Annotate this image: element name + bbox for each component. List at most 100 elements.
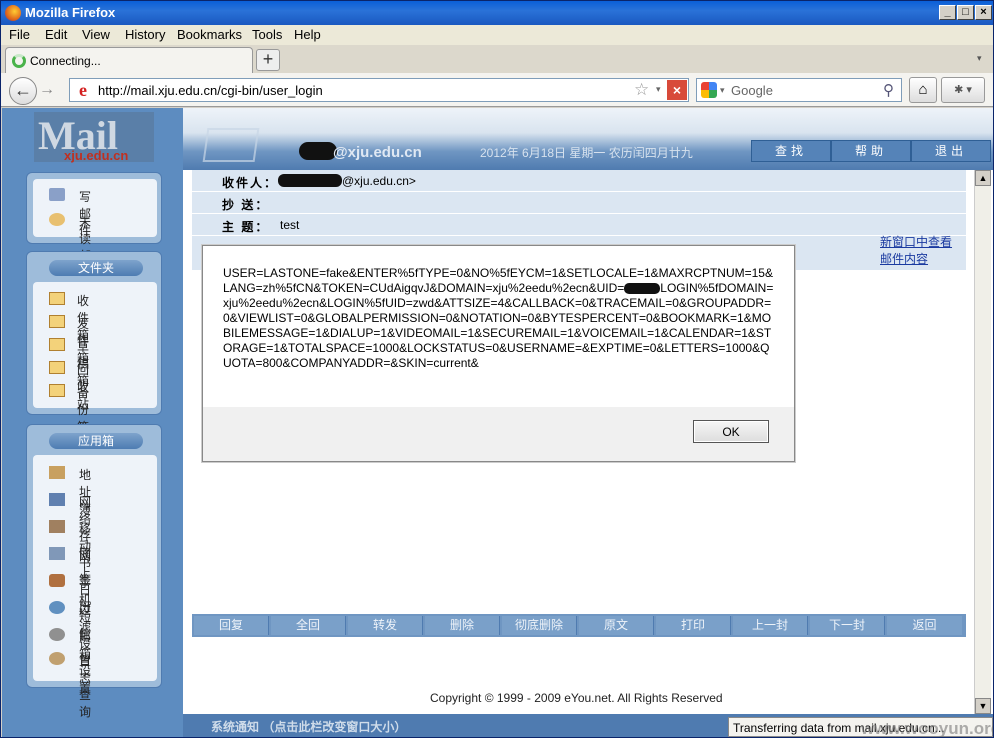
tab-bar: Connecting... + ▾ bbox=[1, 45, 993, 73]
logout-button[interactable]: 退出 bbox=[911, 140, 991, 162]
delete-button[interactable]: 删除 bbox=[425, 616, 500, 635]
ok-button[interactable]: OK bbox=[693, 420, 769, 443]
apps-title: 应用箱 bbox=[49, 433, 143, 449]
subject-row: 主 题： test bbox=[192, 214, 966, 236]
copyright-text: Copyright © 1999 - 2009 eYou.net. All Ri… bbox=[430, 691, 723, 705]
help-button[interactable]: 帮助 bbox=[831, 140, 911, 162]
new-tab-button[interactable]: + bbox=[256, 49, 280, 71]
menu-history[interactable]: History bbox=[125, 27, 165, 42]
tab-label: Connecting... bbox=[30, 54, 101, 68]
envelope-icon bbox=[49, 315, 65, 328]
google-engine-icon[interactable] bbox=[701, 82, 717, 98]
menu-view[interactable]: View bbox=[82, 27, 110, 42]
left-sidebar: Mail xju.edu.cn 写 邮 件 未读邮件 文件夹 收件箱 发件箱 草… bbox=[2, 108, 183, 737]
watermark: www.wooyun.org bbox=[861, 719, 994, 738]
title-bar: Mozilla Firefox _ □ × bbox=[1, 1, 993, 25]
minimize-button[interactable]: _ bbox=[939, 5, 956, 20]
redacted-uid bbox=[624, 283, 661, 295]
envelope-logo-icon bbox=[202, 128, 260, 162]
subject-label: 主 题： bbox=[222, 220, 270, 234]
account-address: @xju.edu.cn bbox=[333, 144, 422, 161]
scroll-up-icon[interactable]: ▲ bbox=[975, 170, 991, 186]
forward-button[interactable]: → bbox=[39, 81, 55, 99]
redacted-username bbox=[299, 142, 337, 160]
alert-dialog: USER=LASTONE=fake&ENTER%5fTYPE=0&NO%5fEY… bbox=[202, 245, 795, 462]
logo-domain: xju.edu.cn bbox=[64, 148, 129, 163]
view-source-button[interactable]: 原文 bbox=[579, 616, 654, 635]
delete-permanently-button[interactable]: 彻底删除 bbox=[502, 616, 577, 635]
to-label: 收件人： bbox=[222, 176, 279, 190]
calendar-icon bbox=[49, 547, 65, 560]
url-text[interactable]: http://mail.xju.edu.cn/cgi-bin/user_logi… bbox=[98, 83, 323, 98]
current-date: 2012年 6月18日 星期一 农历闰四月廿九 bbox=[480, 146, 693, 160]
mail-action-bar: 回复 全回 转发 删除 彻底删除 原文 打印 上一封 下一封 返回 bbox=[192, 614, 966, 637]
window-title: Mozilla Firefox bbox=[25, 5, 116, 20]
browser-window: Mozilla Firefox _ □ × File Edit View His… bbox=[0, 0, 994, 738]
addon-button[interactable]: ✱ ▾ bbox=[941, 77, 985, 103]
tab-list-icon[interactable]: ▾ bbox=[977, 53, 982, 64]
engine-dropdown-icon[interactable]: ▾ bbox=[720, 85, 725, 96]
forward-mail-button[interactable]: 转发 bbox=[348, 616, 423, 635]
disk-icon bbox=[49, 493, 65, 506]
menu-bookmarks[interactable]: Bookmarks bbox=[177, 27, 242, 42]
back-button[interactable]: ← bbox=[9, 77, 37, 105]
pencil-icon bbox=[49, 188, 65, 201]
system-notice-text[interactable]: 系统通知 （点击此栏改变窗口大小） bbox=[211, 718, 406, 735]
back-to-list-button[interactable]: 返回 bbox=[887, 616, 962, 635]
envelope-icon bbox=[49, 292, 65, 305]
print-button[interactable]: 打印 bbox=[656, 616, 731, 635]
to-row: 收件人： @xju.edu.cn> bbox=[192, 170, 966, 192]
home-button[interactable]: ⌂ bbox=[909, 77, 937, 103]
close-button[interactable]: × bbox=[975, 5, 992, 20]
redacted-recipient bbox=[278, 174, 342, 187]
maximize-button[interactable]: □ bbox=[957, 5, 974, 20]
apps-panel: 应用箱 地 址 簿 网络存储 移动书签 网上日历 手机短信 过滤设置 邮箱设置 … bbox=[26, 424, 162, 719]
top-band: @xju.edu.cn 2012年 6月18日 星期一 农历闰四月廿九 查找 帮… bbox=[183, 108, 993, 170]
stop-button[interactable]: × bbox=[667, 80, 687, 100]
bookmark-icon bbox=[49, 520, 65, 533]
site-favicon-icon: e bbox=[79, 80, 87, 100]
cc-row: 抄 送： bbox=[192, 192, 966, 214]
magnifier-icon bbox=[49, 652, 65, 665]
next-mail-button[interactable]: 下一封 bbox=[810, 616, 885, 635]
gear-icon bbox=[49, 628, 65, 641]
menu-bar: File Edit View History Bookmarks Tools H… bbox=[1, 25, 993, 45]
mail-action-panel: 写 邮 件 未读邮件 bbox=[26, 172, 162, 280]
loading-spinner-icon bbox=[12, 54, 26, 68]
unread-mail-icon bbox=[49, 213, 65, 226]
navigation-toolbar: ← → e http://mail.xju.edu.cn/cgi-bin/use… bbox=[1, 73, 993, 107]
to-value: @xju.edu.cn> bbox=[342, 174, 416, 188]
reply-button[interactable]: 回复 bbox=[194, 616, 269, 635]
cc-label: 抄 送： bbox=[222, 198, 270, 212]
reply-all-button[interactable]: 全回 bbox=[271, 616, 346, 635]
apps-panel-inner bbox=[33, 455, 157, 681]
envelope-icon bbox=[49, 338, 65, 351]
mail-logo: Mail xju.edu.cn bbox=[34, 112, 154, 163]
search-icon[interactable]: ⚲ bbox=[883, 81, 894, 99]
alert-message: USER=LASTONE=fake&ENTER%5fTYPE=0&NO%5fEY… bbox=[203, 246, 794, 407]
address-book-icon bbox=[49, 466, 65, 479]
menu-edit[interactable]: Edit bbox=[45, 27, 67, 42]
app-log-label: 日志查询 bbox=[79, 654, 92, 719]
open-in-new-window-link[interactable]: 新窗口中查看邮件内容 bbox=[880, 234, 960, 268]
bookmark-star-icon[interactable]: ☆ bbox=[634, 80, 649, 100]
envelope-icon bbox=[49, 384, 65, 397]
folders-title: 文件夹 bbox=[49, 260, 143, 276]
menu-tools[interactable]: Tools bbox=[252, 27, 282, 42]
menu-file[interactable]: File bbox=[9, 27, 30, 42]
url-bar[interactable]: e http://mail.xju.edu.cn/cgi-bin/user_lo… bbox=[69, 78, 689, 102]
phone-icon bbox=[49, 574, 65, 587]
filter-icon bbox=[49, 601, 65, 614]
search-bar[interactable]: ▾ Google ⚲ bbox=[696, 78, 902, 102]
vertical-scrollbar[interactable]: ▲ ▼ bbox=[974, 170, 991, 716]
firefox-icon bbox=[5, 5, 21, 21]
menu-help[interactable]: Help bbox=[294, 27, 321, 42]
url-dropdown-icon[interactable]: ▾ bbox=[656, 84, 661, 95]
search-placeholder: Google bbox=[731, 83, 773, 98]
envelope-icon bbox=[49, 361, 65, 374]
previous-mail-button[interactable]: 上一封 bbox=[733, 616, 808, 635]
tab-current[interactable]: Connecting... bbox=[5, 47, 253, 73]
scroll-down-icon[interactable]: ▼ bbox=[975, 698, 991, 714]
find-button[interactable]: 查找 bbox=[751, 140, 831, 162]
subject-value: test bbox=[280, 218, 300, 232]
